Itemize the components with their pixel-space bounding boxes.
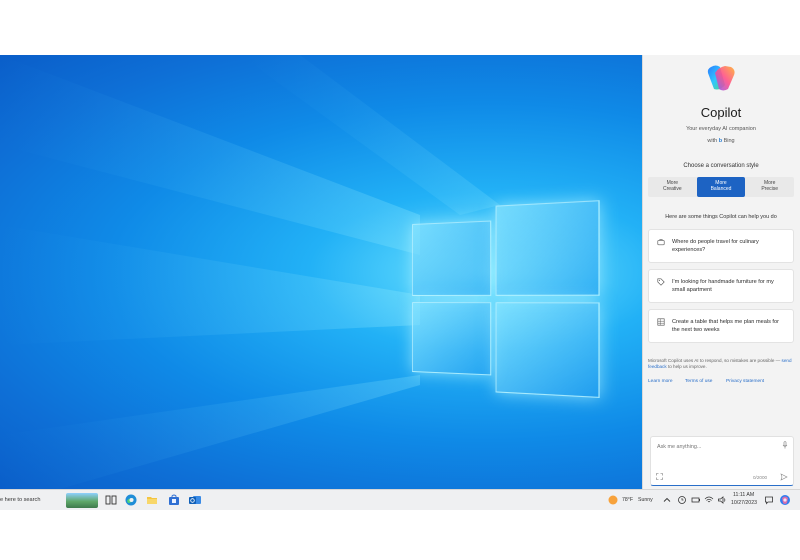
briefcase-icon: [657, 238, 665, 246]
learn-more-link[interactable]: Learn more: [648, 379, 673, 384]
meet-now-icon[interactable]: [677, 495, 687, 505]
desktop-wallpaper: [0, 55, 642, 489]
send-icon[interactable]: [780, 473, 788, 481]
taskbar: e here to search 78°F Sunny 11:11 AM 10/…: [0, 489, 800, 510]
chevron-up-icon[interactable]: [662, 495, 672, 505]
ask-input[interactable]: [655, 441, 781, 453]
logo-pane: [412, 220, 491, 296]
weather-sun-icon[interactable]: [607, 494, 619, 506]
copilot-taskbar-icon[interactable]: [779, 494, 791, 506]
logo-pane: [496, 200, 600, 296]
table-icon: [657, 318, 665, 326]
conversation-style-toggle: More Creative More Balanced More Precise: [648, 177, 794, 197]
microphone-icon[interactable]: [782, 441, 788, 449]
weather-condition[interactable]: Sunny: [638, 497, 653, 503]
taskbar-search-box[interactable]: e here to search: [0, 490, 64, 510]
help-heading: Here are some things Copilot can help yo…: [642, 214, 800, 220]
edge-icon[interactable]: [124, 493, 138, 507]
style-balanced-button[interactable]: More Balanced: [697, 177, 746, 197]
char-count: 0/2000: [753, 475, 767, 480]
volume-icon[interactable]: [717, 495, 727, 505]
windows-logo: [412, 200, 597, 396]
copilot-title: Copilot: [642, 105, 800, 120]
screenshot-icon[interactable]: [656, 473, 663, 480]
suggestion-card[interactable]: I'm looking for handmade furniture for m…: [648, 269, 794, 303]
bing-brand: Bing: [724, 138, 735, 144]
search-text: e here to search: [0, 497, 40, 503]
conversation-style-label: Choose a conversation style: [642, 163, 800, 169]
copilot-disclaimer: Microsoft Copilot uses AI to respond, so…: [648, 358, 796, 371]
copilot-with-bing: with b Bing: [642, 138, 800, 144]
network-icon[interactable]: [704, 495, 714, 505]
task-view-icon[interactable]: [104, 493, 118, 507]
weather-temp[interactable]: 78°F: [622, 497, 633, 503]
suggestion-text: Create a table that helps me plan meals …: [672, 318, 788, 334]
style-creative-button[interactable]: More Creative: [648, 177, 697, 197]
logo-pane: [412, 302, 491, 375]
outlook-icon[interactable]: [188, 493, 202, 507]
bing-icon: b: [719, 138, 722, 144]
logo-pane: [496, 302, 600, 398]
search-highlight-image[interactable]: [66, 493, 98, 508]
terms-of-use-link[interactable]: Terms of use: [685, 379, 712, 384]
privacy-statement-link[interactable]: Privacy statement: [726, 379, 764, 384]
copilot-logo-icon: [703, 63, 739, 93]
notifications-icon[interactable]: [764, 495, 774, 505]
tag-icon: [657, 278, 665, 286]
file-explorer-icon[interactable]: [145, 493, 159, 507]
battery-icon[interactable]: [691, 495, 701, 505]
suggestion-card[interactable]: Create a table that helps me plan meals …: [648, 309, 794, 343]
copilot-subtitle: Your everyday AI companion: [642, 126, 800, 132]
screen: Copilot Your everyday AI companion with …: [0, 55, 800, 510]
style-precise-button[interactable]: More Precise: [745, 177, 794, 197]
with-prefix: with: [707, 138, 717, 144]
suggestion-text: I'm looking for handmade furniture for m…: [672, 278, 788, 294]
store-icon[interactable]: [167, 493, 181, 507]
suggestion-card[interactable]: Where do people travel for culinary expe…: [648, 229, 794, 263]
disclaimer-tail: to help us improve.: [668, 364, 707, 369]
disclaimer-text: Microsoft Copilot uses AI to respond, so…: [648, 358, 774, 363]
clock-time[interactable]: 11:11 AM: [733, 492, 754, 498]
ask-input-box: 0/2000: [650, 436, 794, 486]
clock-date[interactable]: 10/27/2023: [731, 500, 757, 506]
suggestion-text: Where do people travel for culinary expe…: [672, 238, 788, 254]
